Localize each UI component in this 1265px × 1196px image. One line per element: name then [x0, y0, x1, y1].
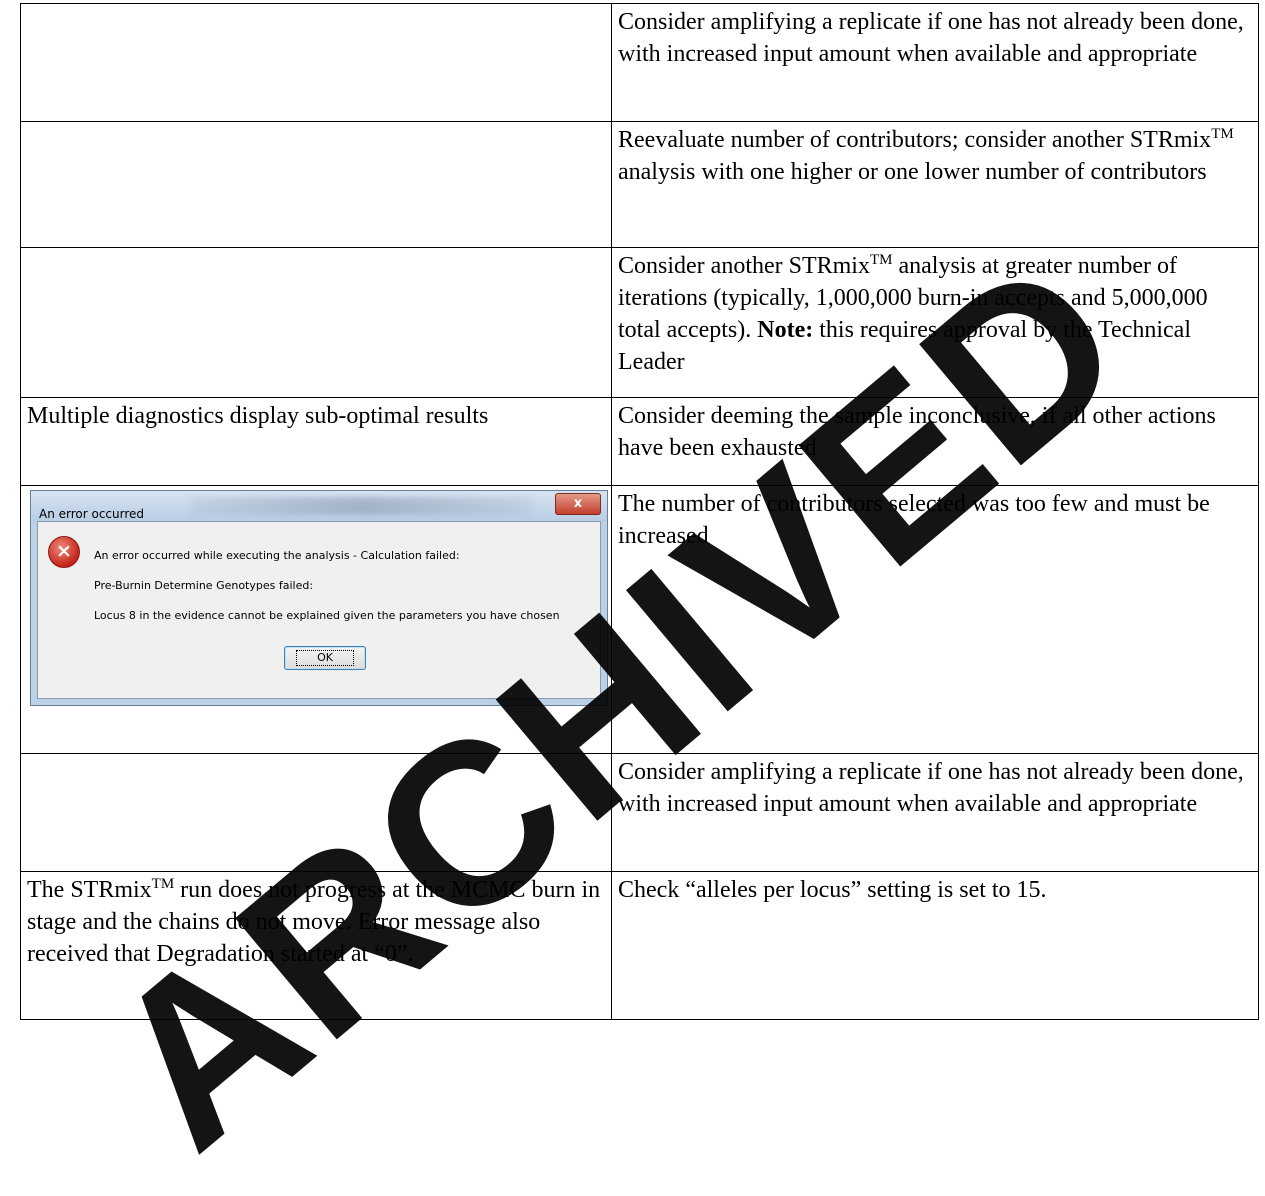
table-cell-left — [20, 121, 612, 248]
table-row: Consider amplifying a replicate if one h… — [20, 3, 1259, 122]
dialog-message: Pre-Burnin Determine Genotypes failed: — [94, 579, 314, 592]
text-run: Consider another STRmix — [618, 253, 870, 279]
error-dialog-screenshot: An error occurred x × An error occurred … — [30, 490, 608, 706]
dialog-body: × An error occurred while executing the … — [37, 521, 601, 699]
trademark-superscript: TM — [151, 876, 175, 892]
dialog-message: Locus 8 in the evidence cannot be explai… — [94, 609, 560, 622]
text-run: analysis with one higher or one lower nu… — [618, 159, 1207, 185]
table-cell-left — [20, 753, 612, 872]
error-icon: × — [48, 536, 80, 568]
troubleshooting-table: Consider amplifying a replicate if one h… — [20, 3, 1259, 1020]
blurred-titlebar-region — [191, 497, 531, 515]
table-row: The STRmixTM run does not progress at th… — [20, 871, 1259, 1020]
dialog-titlebar: An error occurred x — [31, 491, 607, 521]
table-cell-right: Consider amplifying a replicate if one h… — [611, 3, 1259, 122]
table-cell-left — [20, 3, 612, 122]
note-label: Note: — [757, 317, 814, 343]
ok-button: OK — [284, 646, 366, 670]
trademark-superscript: TM — [1211, 126, 1234, 142]
table-cell-left: An error occurred x × An error occurred … — [20, 485, 612, 754]
trademark-superscript: TM — [869, 252, 893, 268]
table-cell-right: Check “alleles per locus” setting is set… — [611, 871, 1259, 1020]
table-cell-left — [20, 247, 612, 398]
dialog-message: An error occurred while executing the an… — [94, 549, 460, 562]
text-run: The STRmix — [27, 877, 152, 903]
table-cell-left: The STRmixTM run does not progress at th… — [20, 871, 612, 1020]
table-cell-right: Consider amplifying a replicate if one h… — [611, 753, 1259, 872]
table-row: An error occurred x × An error occurred … — [20, 485, 1259, 754]
table-cell-right: Consider another STRmixTM analysis at gr… — [611, 247, 1259, 398]
table-row: Consider another STRmixTM analysis at gr… — [20, 247, 1259, 398]
table-row: Reevaluate number of contributors; consi… — [20, 121, 1259, 248]
table-cell-right: Consider deeming the sample inconclusive… — [611, 397, 1259, 486]
table-row: Multiple diagnostics display sub-optimal… — [20, 397, 1259, 486]
text-run: Reevaluate number of contributors; consi… — [618, 127, 1212, 153]
table-row: Consider amplifying a replicate if one h… — [20, 753, 1259, 872]
table-cell-right: The number of contributors selected was … — [611, 485, 1259, 754]
table-cell-left: Multiple diagnostics display sub-optimal… — [20, 397, 612, 486]
close-icon: x — [555, 493, 601, 515]
document-page: Consider amplifying a replicate if one h… — [0, 0, 1265, 1196]
table-cell-right: Reevaluate number of contributors; consi… — [611, 121, 1259, 248]
